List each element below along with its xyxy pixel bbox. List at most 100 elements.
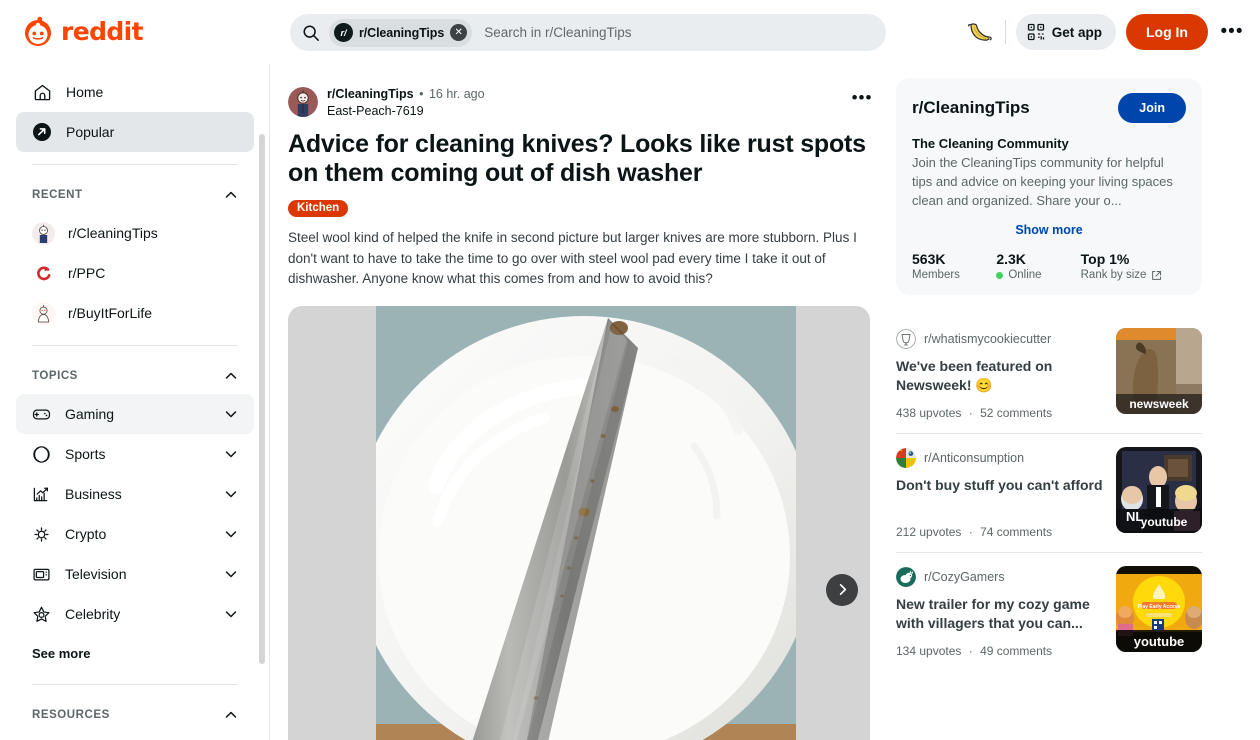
header-overflow-menu-icon[interactable]: •••: [1218, 18, 1246, 46]
tv-icon: [32, 565, 51, 584]
sidebar-item-label: r/BuyItForLife: [68, 305, 153, 321]
reddit-snoo-icon: [22, 16, 54, 48]
get-app-button[interactable]: Get app: [1015, 14, 1116, 50]
recommended-subreddit[interactable]: r/whatismycookiecutter: [924, 332, 1051, 346]
search-bar[interactable]: r/ r/CleaningTips ✕: [290, 14, 886, 51]
sidebar-item-label: Celebrity: [65, 606, 121, 622]
sidebar-item-r-cleaningtips[interactable]: r/CleaningTips: [16, 213, 254, 253]
community-stats: 563K Members 2.3K Online Top 1% Rank by …: [912, 251, 1186, 281]
recommended-title[interactable]: We've been featured on Newsweek! 😊: [896, 357, 1096, 395]
topics-see-more-button[interactable]: See more: [16, 634, 254, 672]
post-overflow-menu-icon[interactable]: •••: [850, 86, 874, 110]
sidebar-section-resources[interactable]: RESOURCES: [16, 697, 254, 733]
gamepad-icon: [32, 405, 51, 424]
close-icon[interactable]: ✕: [450, 24, 468, 41]
recommended-subreddit[interactable]: r/CozyGamers: [924, 570, 1005, 584]
external-link-icon[interactable]: [1151, 270, 1162, 281]
reddit-wordmark: reddit: [61, 17, 144, 46]
stat-online: 2.3K Online: [996, 251, 1080, 281]
popular-icon: [32, 122, 52, 142]
chevron-up-icon: [224, 708, 238, 722]
sidebar-item-label: r/PPC: [68, 265, 106, 281]
search-scope-chip[interactable]: r/ r/CleaningTips ✕: [329, 18, 473, 47]
sidebar-item-television[interactable]: Television: [16, 554, 254, 594]
sidebar-scrollbar[interactable]: [259, 134, 265, 664]
join-button[interactable]: Join: [1118, 93, 1186, 123]
chevron-up-icon: [224, 188, 238, 202]
chevron-down-icon[interactable]: [224, 407, 238, 421]
reddit-logo[interactable]: reddit: [22, 16, 262, 48]
stat-label: Online: [1008, 269, 1042, 281]
recommended-comments: 52 comments: [980, 406, 1053, 420]
recommended-upvotes: 134 upvotes: [896, 644, 962, 658]
chevron-down-icon[interactable]: [224, 527, 238, 541]
recommended-upvotes: 212 upvotes: [896, 525, 962, 539]
recommended-upvotes: 438 upvotes: [896, 406, 962, 420]
sidebar-item-label: Television: [65, 566, 127, 582]
svg-text:youtube: youtube: [1134, 634, 1185, 649]
stat-members: 563K Members: [912, 251, 996, 281]
sidebar-divider-2: [32, 345, 238, 346]
recommended-post[interactable]: r/CozyGamers New trailer for my cozy gam…: [896, 553, 1202, 671]
post-image-carousel[interactable]: [288, 305, 870, 740]
svg-text:newsweek: newsweek: [1129, 397, 1189, 411]
chevron-down-icon[interactable]: [224, 487, 238, 501]
chevron-down-icon[interactable]: [224, 567, 238, 581]
left-sidebar: Home Popular RECENT r/CleaningTips r/PPC…: [0, 64, 270, 740]
home-icon: [32, 82, 52, 102]
sidebar-item-label: Crypto: [65, 526, 107, 542]
svg-text:Play Early Access: Play Early Access: [1138, 604, 1181, 610]
recommended-post[interactable]: r/whatismycookiecutter We've been featur…: [896, 315, 1202, 434]
post-content: r/CleaningTips • 16 hr. ago East-Peach-7…: [270, 64, 890, 740]
sidebar-item-r-ppc[interactable]: r/PPC: [16, 253, 254, 293]
sidebar-section-topics[interactable]: TOPICS: [16, 358, 254, 394]
sidebar-item-popular[interactable]: Popular: [16, 112, 254, 152]
sidebar-item-label: r/CleaningTips: [68, 225, 158, 241]
search-input[interactable]: [484, 25, 886, 40]
subreddit-avatar: [32, 262, 55, 285]
post-subreddit-avatar[interactable]: [288, 87, 318, 117]
stat-label: Rank by size: [1080, 269, 1147, 281]
subreddit-avatar-icon: r/: [334, 23, 353, 42]
recommended-subreddit[interactable]: r/Anticonsumption: [924, 451, 1024, 465]
get-app-label: Get app: [1051, 24, 1102, 40]
sidebar-item-home[interactable]: Home: [16, 72, 254, 112]
recommended-title[interactable]: New trailer for my cozy game with villag…: [896, 595, 1096, 633]
post-flair-badge[interactable]: Kitchen: [288, 200, 349, 217]
sidebar-item-celebrity[interactable]: Celebrity: [16, 594, 254, 634]
recommended-thumbnail[interactable]: Play Early Access youtube: [1116, 566, 1202, 652]
community-name[interactable]: r/CleaningTips: [912, 98, 1030, 118]
sidebar-item-business[interactable]: Business: [16, 474, 254, 514]
search-icon: [302, 24, 320, 42]
subreddit-avatar: [32, 301, 55, 325]
log-in-button[interactable]: Log In: [1126, 14, 1208, 50]
community-tagline: The Cleaning Community: [912, 136, 1069, 151]
chevron-down-icon[interactable]: [224, 607, 238, 621]
recommended-thumbnail[interactable]: newsweek: [1116, 328, 1202, 414]
right-sidebar: r/CleaningTips Join The Cleaning Communi…: [890, 64, 1260, 740]
post-subreddit-name[interactable]: r/CleaningTips: [327, 87, 414, 101]
ball-icon: [32, 445, 51, 464]
sidebar-divider-3: [32, 684, 238, 685]
carousel-next-button[interactable]: [826, 573, 858, 606]
chevron-down-icon[interactable]: [224, 447, 238, 461]
recommended-title[interactable]: Don't buy stuff you can't afford: [896, 476, 1106, 495]
sidebar-item-crypto[interactable]: Crypto: [16, 514, 254, 554]
header-actions: Get app Log In •••: [965, 0, 1246, 64]
sidebar-item-r-buyitforlife[interactable]: r/BuyItForLife: [16, 293, 254, 333]
recommended-separator: ·: [968, 406, 973, 420]
recommended-post[interactable]: r/Anticonsumption Don't buy stuff you ca…: [896, 434, 1202, 553]
subreddit-avatar: [896, 448, 916, 468]
sidebar-item-gaming[interactable]: Gaming: [16, 394, 254, 434]
recommended-thumbnail[interactable]: NL youtube: [1116, 447, 1202, 533]
sidebar-item-sports[interactable]: Sports: [16, 434, 254, 474]
show-more-button[interactable]: Show more: [912, 223, 1186, 237]
banana-cursor-icon: [965, 17, 995, 47]
post-author[interactable]: East-Peach-7619: [327, 103, 841, 120]
community-description: Join the CleaningTips community for help…: [912, 155, 1173, 208]
chevron-up-icon: [224, 369, 238, 383]
chart-icon: [32, 485, 51, 504]
section-heading: RESOURCES: [32, 709, 110, 721]
community-card: r/CleaningTips Join The Cleaning Communi…: [896, 78, 1202, 295]
sidebar-section-recent[interactable]: RECENT: [16, 177, 254, 213]
